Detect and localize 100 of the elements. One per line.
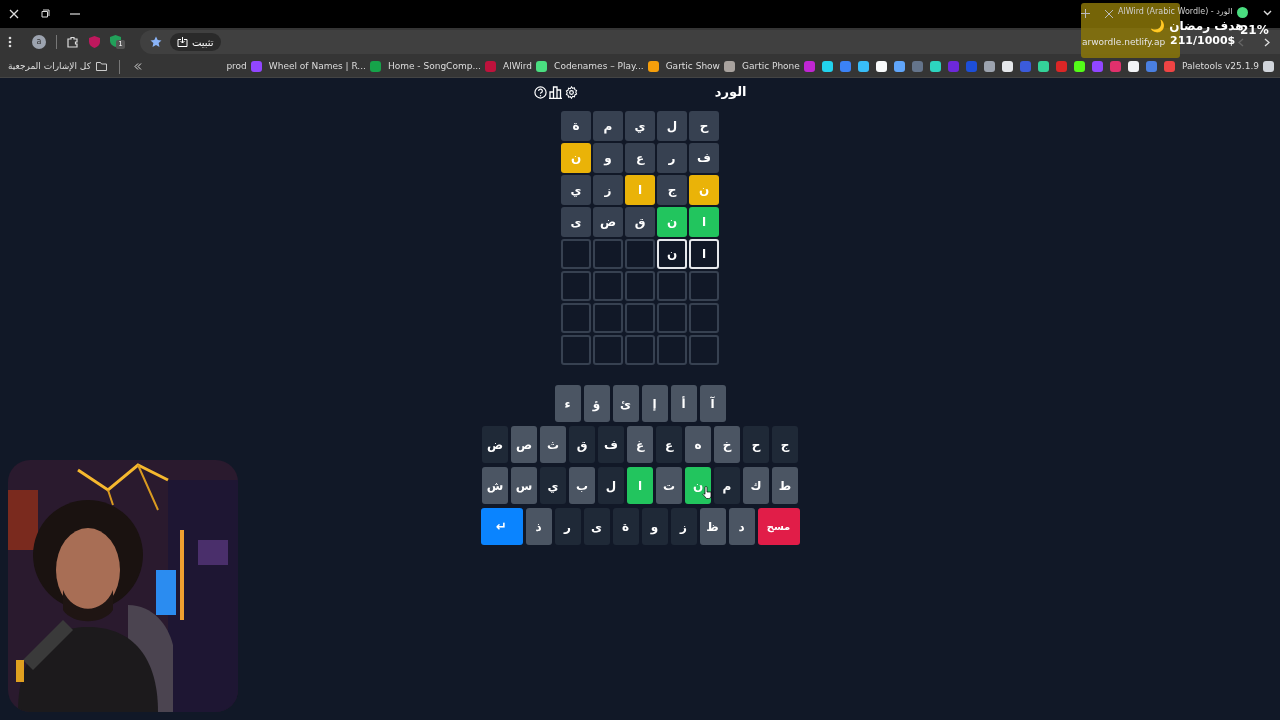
letter-tile: ن [657, 239, 687, 269]
bookmark-link[interactable]: prod [226, 59, 247, 74]
key-button[interactable]: ر [554, 508, 581, 545]
bookmark-icon[interactable] [1037, 61, 1049, 72]
key-button[interactable]: ص [511, 426, 537, 463]
key-button[interactable]: ذ [525, 508, 552, 545]
bookmark-link[interactable]: Home - SongComp... [387, 59, 481, 74]
letter-tile: ا [689, 207, 719, 237]
key-button[interactable]: س [511, 467, 537, 504]
enter-button[interactable]: ↵ [480, 508, 523, 545]
bookmark-icon [723, 61, 735, 72]
goal-amount: 211/1000$ [1170, 34, 1236, 48]
bookmark-icon [803, 61, 815, 72]
letter-tile: ض [593, 207, 623, 237]
folder-icon [95, 62, 107, 71]
bookmark-icon[interactable] [857, 61, 869, 72]
key-button[interactable]: ؤ [583, 385, 610, 422]
letter-tile: م [593, 111, 623, 141]
install-icon [177, 37, 188, 47]
bookmark-icon[interactable] [1127, 61, 1139, 72]
key-button[interactable]: د [728, 508, 755, 545]
bookmark-icon [536, 61, 548, 72]
key-button[interactable]: ق [569, 426, 595, 463]
key-button[interactable]: ح [743, 426, 769, 463]
key-button[interactable]: ه [685, 426, 711, 463]
all-bookmarks-link[interactable]: كل الإشارات المرجعية [8, 59, 91, 74]
chart-icon[interactable] [548, 85, 563, 99]
letter-tile: ى [561, 207, 591, 237]
hand-cursor-icon [702, 486, 712, 499]
key-button[interactable]: إ [641, 385, 668, 422]
puzzle-icon[interactable] [67, 36, 79, 48]
bookmark-link[interactable]: Gartic Show [665, 59, 720, 74]
key-button[interactable]: ث [540, 426, 566, 463]
install-button[interactable]: تثبيت [170, 33, 221, 51]
key-button[interactable]: آ [699, 385, 726, 422]
key-button[interactable]: ض [482, 426, 508, 463]
game-title: الورد [714, 84, 747, 100]
letter-tile: ا [625, 175, 655, 205]
bookmark-link[interactable]: AlWird [502, 59, 533, 74]
bookmark-icon [484, 61, 496, 72]
bookmark-icon[interactable] [1073, 61, 1085, 72]
key-button[interactable]: ل [598, 467, 624, 504]
letter-tile: ن [657, 207, 687, 237]
key-button[interactable]: أ [670, 385, 697, 422]
letter-tile: ر [657, 143, 687, 173]
bookmark-link[interactable]: Codenames – Play... [554, 59, 644, 74]
menu-icon[interactable] [8, 36, 12, 48]
url-text[interactable]: arwordle.netlify.ap [1082, 36, 1166, 50]
bookmark-icon [250, 61, 262, 72]
delete-button[interactable]: مسح [757, 508, 800, 545]
letter-tile: ن [689, 175, 719, 205]
bookmark-icon[interactable] [983, 61, 995, 72]
help-icon[interactable] [533, 85, 547, 99]
key-button[interactable]: ئ [612, 385, 639, 422]
close-icon[interactable] [9, 9, 19, 19]
key-button[interactable]: ف [598, 426, 624, 463]
key-button[interactable]: ت [656, 467, 682, 504]
key-button[interactable]: ش [482, 467, 508, 504]
key-button[interactable]: ج [772, 426, 798, 463]
letter-tile: ي [625, 111, 655, 141]
settings-icon[interactable] [564, 85, 578, 99]
favicon-icon [1237, 7, 1248, 18]
letter-tile: ة [561, 111, 591, 141]
bookmark-link[interactable]: Paletools v25.1.9 [1181, 59, 1259, 74]
letter-tile: ا [689, 239, 719, 269]
chevron-down-icon[interactable] [1263, 10, 1272, 16]
key-button[interactable]: ة [612, 508, 639, 545]
plus-icon[interactable] [1081, 9, 1090, 18]
bookmark-link[interactable]: Wheel of Names | R... [268, 59, 366, 74]
key-button[interactable]: و [641, 508, 668, 545]
letter-tile: ي [561, 175, 591, 205]
letter-tile: ل [657, 111, 687, 141]
key-button[interactable]: ز [670, 508, 697, 545]
tab-title[interactable]: AlWird (Arabic Wordle) - الورد [1118, 6, 1233, 18]
bookmark-icon[interactable] [893, 61, 905, 72]
letter-tile: ح [689, 111, 719, 141]
chevron-icon[interactable] [133, 63, 142, 70]
key-button[interactable]: خ [714, 426, 740, 463]
key-button[interactable]: ع [656, 426, 682, 463]
key-button[interactable]: ى [583, 508, 610, 545]
key-button[interactable]: ب [569, 467, 595, 504]
letter-tile: ف [689, 143, 719, 173]
restore-icon[interactable] [41, 9, 50, 18]
bookmark-icon[interactable] [821, 61, 833, 72]
star-icon[interactable] [150, 36, 162, 48]
bookmark-icon [647, 61, 659, 72]
key-button[interactable]: ء [554, 385, 581, 422]
bookmark-icon[interactable] [1001, 61, 1013, 72]
profile-button[interactable]: a [32, 35, 46, 49]
bookmark-icon[interactable] [875, 61, 887, 72]
key-button[interactable]: ي [540, 467, 566, 504]
bookmark-icon[interactable] [929, 61, 941, 72]
key-button[interactable]: ظ [699, 508, 726, 545]
key-button[interactable]: غ [627, 426, 653, 463]
bookmark-link[interactable]: Gartic Phone [741, 59, 800, 74]
bookmark-icon [369, 61, 381, 72]
key-button[interactable]: م [714, 467, 740, 504]
letter-tile: ع [625, 143, 655, 173]
key-button[interactable]: ك [743, 467, 769, 504]
key-button[interactable]: ط [772, 467, 798, 504]
